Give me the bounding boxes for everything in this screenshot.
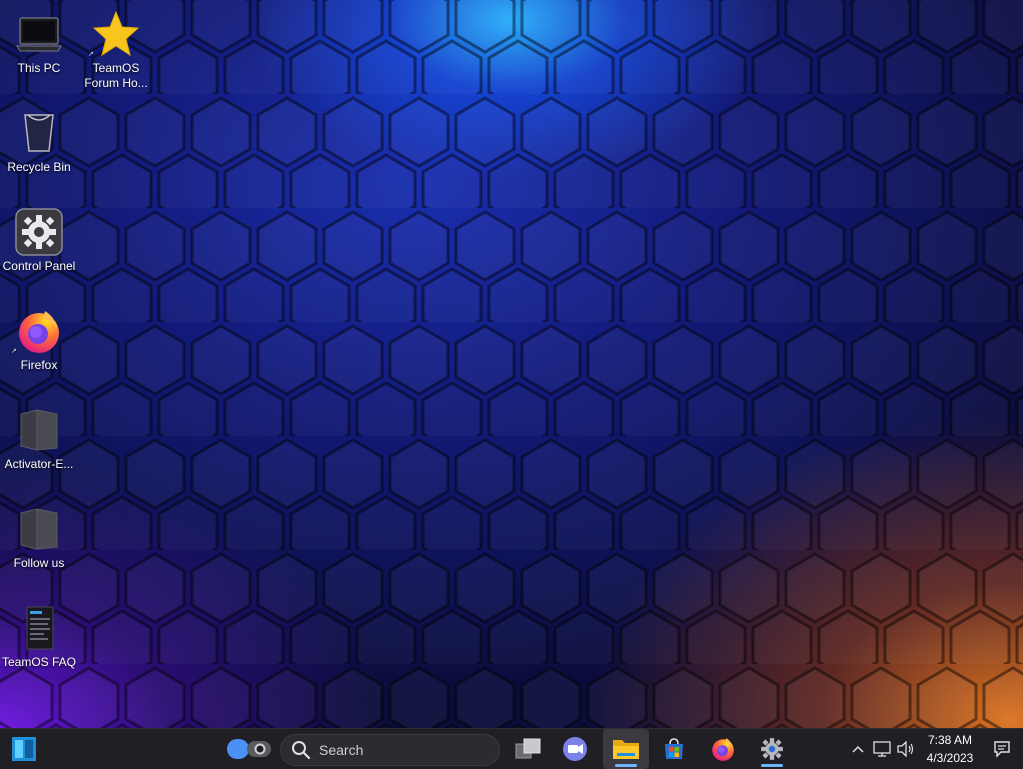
system-clock[interactable]: 7:38 AM 4/3/2023: [918, 731, 982, 767]
clock-date: 4/3/2023: [926, 751, 974, 765]
start-icon: [12, 737, 36, 761]
star-icon: ↗: [88, 10, 140, 58]
show-hidden-icons-button[interactable]: [848, 729, 868, 769]
desktop-icon-control-panel[interactable]: Control Panel: [0, 200, 78, 274]
widgets-button[interactable]: [226, 729, 272, 769]
clock-time: 7:38 AM: [927, 733, 973, 747]
desktop-icon-label: Control Panel: [2, 259, 76, 273]
desktop-icon-teamos-faq[interactable]: TeamOS FAQ: [0, 596, 78, 670]
firefox-icon: ↗: [11, 307, 63, 355]
folder-icon: [613, 740, 639, 759]
chevron-up-icon: [852, 745, 864, 753]
firefox-taskbar-button[interactable]: [703, 729, 743, 769]
volume-button[interactable]: [896, 729, 916, 769]
network-icon: [873, 741, 891, 757]
desktop-icon-activator-folder[interactable]: Activator-E...: [0, 398, 78, 472]
desktop-icon-firefox[interactable]: ↗ Firefox: [0, 299, 78, 373]
desktop-icon-label: Activator-E...: [4, 457, 74, 471]
gear-icon: [761, 738, 783, 760]
desktop-icon-this-pc[interactable]: This PC: [0, 2, 78, 76]
store-button[interactable]: [654, 729, 694, 769]
shortcut-arrow-icon: ↗: [11, 348, 17, 355]
desktop-icon-label: Firefox: [20, 358, 58, 372]
notification-center-button[interactable]: [990, 729, 1014, 769]
widgets-icon: [227, 739, 271, 759]
settings-button[interactable]: [752, 729, 792, 769]
desktop-icon-teamos-forum[interactable]: ↗ TeamOS Forum Ho...: [77, 2, 155, 91]
taskbar: Search 7:38 AM 4/3/2023: [0, 728, 1023, 769]
recycle-bin-icon: [15, 109, 63, 157]
desktop-icon-label: TeamOS Forum Ho...: [84, 61, 148, 90]
hexagon-wallpaper: [0, 0, 1023, 728]
start-button[interactable]: [6, 729, 42, 769]
task-view-icon: [515, 738, 541, 759]
shortcut-arrow-icon: ↗: [88, 51, 94, 58]
folder-icon: [15, 505, 63, 553]
speaker-icon: [897, 741, 914, 757]
desktop-icon-label: TeamOS FAQ: [1, 655, 77, 669]
video-chat-button[interactable]: [555, 729, 595, 769]
file-explorer-button[interactable]: [603, 729, 649, 769]
folder-icon: [15, 406, 63, 454]
desktop-icon-recycle-bin[interactable]: Recycle Bin: [0, 101, 78, 175]
desktop-icon-label: This PC: [17, 61, 61, 75]
search-label: Search: [319, 742, 364, 758]
notification-icon: [994, 741, 1010, 758]
computer-icon: [15, 10, 63, 58]
task-view-button[interactable]: [508, 729, 548, 769]
desktop: This PC ↗ TeamOS Forum Ho... Recycle Bin: [0, 0, 1023, 728]
video-chat-icon: [563, 737, 587, 761]
document-icon: [15, 604, 63, 652]
desktop-icon-label: Recycle Bin: [7, 160, 71, 174]
firefox-icon: [712, 738, 734, 761]
network-button[interactable]: [872, 729, 892, 769]
taskbar-search[interactable]: Search: [280, 734, 500, 766]
search-icon: [292, 741, 311, 760]
control-panel-icon: [15, 208, 63, 256]
active-indicator: [615, 764, 637, 767]
store-icon: [665, 738, 683, 759]
active-indicator: [761, 764, 783, 767]
desktop-icon-follow-us-folder[interactable]: Follow us: [0, 497, 78, 571]
desktop-icon-label: Follow us: [13, 556, 65, 570]
